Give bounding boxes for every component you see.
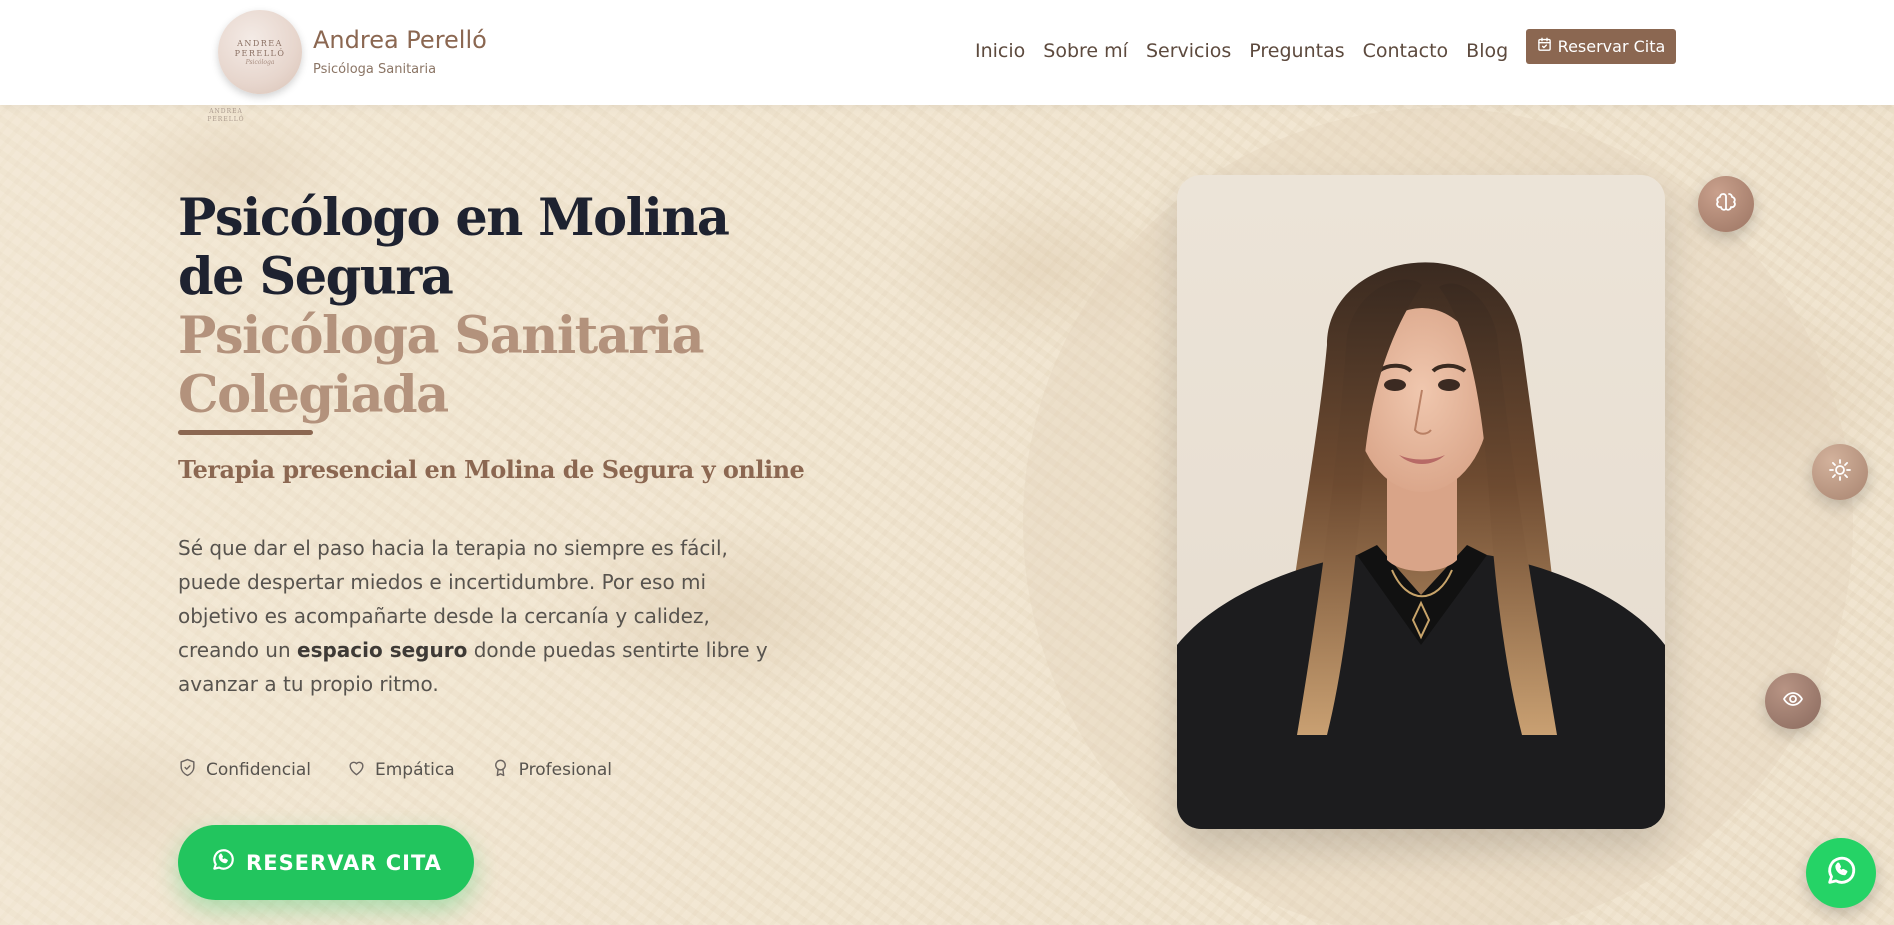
award-icon: [491, 758, 510, 782]
hero-paragraph: Sé que dar el paso hacia la terapia no s…: [178, 531, 768, 701]
portrait-photo: [1177, 175, 1665, 829]
nav-preguntas[interactable]: Preguntas: [1249, 40, 1344, 62]
logo-line-3: Psicóloga: [245, 58, 275, 66]
logo[interactable]: ANDREA PERELLÓ Psicóloga: [218, 10, 302, 94]
reserve-button-header[interactable]: Reservar Cita: [1526, 29, 1676, 64]
heart-icon: [347, 758, 366, 782]
brand-name[interactable]: Andrea Perelló: [313, 26, 487, 54]
sun-icon-button[interactable]: [1812, 444, 1868, 500]
brain-icon-button[interactable]: [1698, 176, 1754, 232]
nav-contacto[interactable]: Contacto: [1363, 40, 1449, 62]
sun-icon: [1828, 458, 1852, 486]
eye-icon: [1781, 687, 1805, 715]
nav-sobre-mi[interactable]: Sobre mí: [1043, 40, 1128, 62]
feature-empatica: Empática: [347, 758, 455, 782]
reserve-cta-button[interactable]: RESERVAR CITA: [178, 825, 474, 900]
hero-title-accent: Psicóloga Sanitaria Colegiada: [178, 306, 705, 425]
feature-label: Empática: [375, 760, 455, 780]
small-logo-watermark: ANDREA PERELLÓ: [203, 108, 249, 138]
reserve-button-label: Reservar Cita: [1557, 37, 1666, 56]
small-logo-line-2: PERELLÓ: [207, 116, 245, 123]
calendar-check-icon: [1537, 37, 1552, 56]
hero-title: Psicólogo en Molina de Segura: [178, 188, 730, 307]
logo-line-2: PERELLÓ: [234, 48, 286, 58]
feature-confidencial: Confidencial: [178, 758, 311, 782]
feature-profesional: Profesional: [491, 758, 612, 782]
title-underline: [178, 430, 313, 435]
logo-line-1: ANDREA: [237, 38, 283, 48]
hero-section: ANDREA PERELLÓ Psicólogo en Molina de Se…: [0, 105, 1894, 925]
nav-inicio[interactable]: Inicio: [975, 40, 1025, 62]
whatsapp-icon: [210, 847, 236, 878]
main-nav: Inicio Sobre mí Servicios Preguntas Cont…: [975, 40, 1508, 62]
small-logo-line-1: ANDREA: [209, 108, 243, 115]
shield-check-icon: [178, 758, 197, 782]
nav-blog[interactable]: Blog: [1466, 40, 1508, 62]
whatsapp-icon: [1824, 854, 1858, 892]
whatsapp-float-button[interactable]: [1806, 838, 1876, 908]
hero-subtitle: Terapia presencial en Molina de Segura y…: [178, 455, 805, 484]
eye-icon-button[interactable]: [1765, 673, 1821, 729]
nav-servicios[interactable]: Servicios: [1146, 40, 1231, 62]
feature-label: Confidencial: [206, 760, 311, 780]
brain-icon: [1714, 190, 1738, 218]
brand-subtitle: Psicóloga Sanitaria: [313, 62, 437, 77]
paragraph-bold: espacio seguro: [297, 638, 468, 662]
cta-label: RESERVAR CITA: [246, 850, 442, 875]
feature-list: Confidencial Empática Profesional: [178, 758, 612, 782]
site-header: ANDREA PERELLÓ Psicóloga Andrea Perelló …: [0, 0, 1894, 105]
feature-label: Profesional: [518, 760, 612, 780]
